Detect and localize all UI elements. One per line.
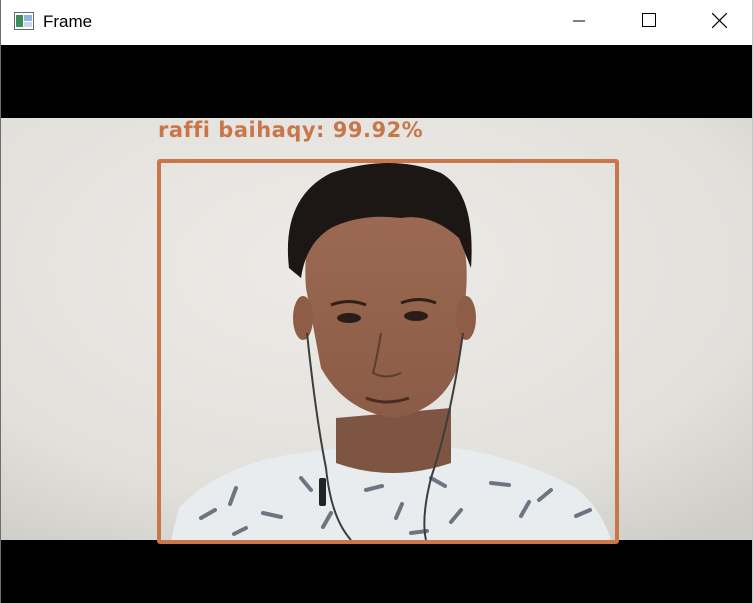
face-bounding-box	[157, 159, 619, 544]
maximize-button[interactable]	[614, 0, 684, 45]
frame-window: Frame raffi baihaqy: 99.92%	[0, 0, 753, 603]
minimize-button[interactable]	[544, 0, 614, 45]
face-recognition-label: raffi baihaqy: 99.92%	[158, 118, 424, 142]
close-icon	[711, 12, 727, 33]
close-button[interactable]	[684, 0, 752, 45]
minimize-icon	[573, 14, 585, 32]
title-bar[interactable]: Frame	[1, 0, 752, 45]
window-app-icon[interactable]	[14, 12, 34, 30]
window-title: Frame	[43, 12, 93, 31]
maximize-icon	[642, 13, 656, 32]
